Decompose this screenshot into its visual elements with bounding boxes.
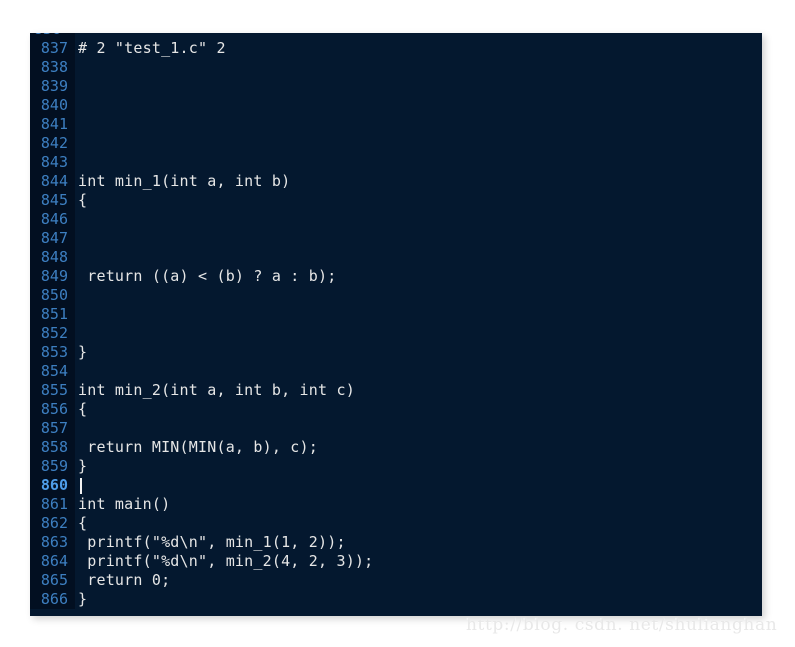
line-number: 857 [30, 419, 75, 438]
line-number: 838 [30, 58, 75, 77]
code-line[interactable]: 857 [30, 419, 762, 438]
code-line[interactable]: 846 [30, 210, 762, 229]
code-line[interactable]: 853} [30, 343, 762, 362]
line-number: 837 [30, 39, 75, 58]
line-source-text: return 0; [78, 571, 171, 589]
code-line[interactable]: 852 [30, 324, 762, 343]
code-line[interactable]: 839 [30, 77, 762, 96]
line-number: 859 [30, 457, 75, 476]
line-source-text: { [78, 191, 88, 209]
line-number: 842 [30, 134, 75, 153]
line-source-text: int main() [78, 495, 171, 513]
code-line[interactable]: 851 [30, 305, 762, 324]
code-line[interactable]: 843 [30, 153, 762, 172]
code-line[interactable]: 848 [30, 248, 762, 267]
line-source-text: # 2 "test_1.c" 2 [78, 39, 226, 57]
code-editor-panel[interactable]: 836 837# 2 "test_1.c" 283883984084184284… [30, 33, 762, 616]
line-number: 839 [30, 77, 75, 96]
line-number: 847 [30, 229, 75, 248]
code-line[interactable]: 849 return ((a) < (b) ? a : b); [30, 267, 762, 286]
line-number: 866 [30, 590, 75, 609]
code-line[interactable]: 847 [30, 229, 762, 248]
code-line[interactable]: 856{ [30, 400, 762, 419]
line-number: 852 [30, 324, 75, 343]
code-line[interactable]: 860 [30, 476, 762, 495]
line-number: 850 [30, 286, 75, 305]
line-number: 843 [30, 153, 75, 172]
line-number: 851 [30, 305, 75, 324]
code-line[interactable]: 859} [30, 457, 762, 476]
line-source-text: return MIN(MIN(a, b), c); [78, 438, 318, 456]
code-line[interactable]: 845{ [30, 191, 762, 210]
line-number: 856 [30, 400, 75, 419]
line-source-text: } [78, 343, 88, 361]
line-number: 845 [30, 191, 75, 210]
code-line[interactable]: 844 int min_1(int a, int b) [30, 172, 762, 191]
line-source-text: return ((a) < (b) ? a : b); [78, 267, 337, 285]
line-number: 860 [30, 476, 75, 495]
code-line[interactable]: 862{ [30, 514, 762, 533]
line-number: 862 [30, 514, 75, 533]
code-line[interactable]: 840 [30, 96, 762, 115]
code-line[interactable]: 858 return MIN(MIN(a, b), c); [30, 438, 762, 457]
code-line[interactable]: 838 [30, 58, 762, 77]
line-source-text: int min_2(int a, int b, int c) [78, 381, 355, 399]
watermark-url: http://blog. csdn. net/shulianghan [466, 615, 778, 635]
line-number: 854 [30, 362, 75, 381]
line-source-text: printf("%d\n", min_2(4, 2, 3)); [78, 552, 374, 570]
line-number: 858 [30, 438, 75, 457]
code-line[interactable]: 864 printf("%d\n", min_2(4, 2, 3)); [30, 552, 762, 571]
line-number: 841 [30, 115, 75, 134]
code-line[interactable]: 854 [30, 362, 762, 381]
code-line[interactable]: 866} [30, 590, 762, 609]
line-number: 848 [30, 248, 75, 267]
line-source-text: } [78, 590, 88, 608]
line-number: 865 [30, 571, 75, 590]
text-cursor [80, 478, 82, 494]
line-number: 863 [30, 533, 75, 552]
code-line[interactable]: 855 int min_2(int a, int b, int c) [30, 381, 762, 400]
line-number: 840 [30, 96, 75, 115]
code-line[interactable]: 841 [30, 115, 762, 134]
line-number: 861 [30, 495, 75, 514]
line-source-text: int min_1(int a, int b) [78, 172, 291, 190]
code-lines-container[interactable]: 837 # 2 "test_1.c" 2 838 839 840 841 842 843 844… [30, 39, 762, 616]
code-line[interactable]: 842 [30, 134, 762, 153]
line-number: 855 [30, 381, 75, 400]
code-line[interactable]: 861 int main() [30, 495, 762, 514]
code-line[interactable]: 837 # 2 "test_1.c" 2 [30, 39, 762, 58]
line-source-text: { [78, 514, 88, 532]
line-source-text: } [78, 457, 88, 475]
line-number: 844 [30, 172, 75, 191]
line-number: 853 [30, 343, 75, 362]
line-number: 846 [30, 210, 75, 229]
code-line[interactable]: 863 printf("%d\n", min_1(1, 2)); [30, 533, 762, 552]
code-line[interactable]: 865 return 0; [30, 571, 762, 590]
line-source-text: { [78, 400, 88, 418]
line-number: 849 [30, 267, 75, 286]
line-source-text: printf("%d\n", min_1(1, 2)); [78, 533, 346, 551]
code-line[interactable]: 850 [30, 286, 762, 305]
line-number: 864 [30, 552, 75, 571]
